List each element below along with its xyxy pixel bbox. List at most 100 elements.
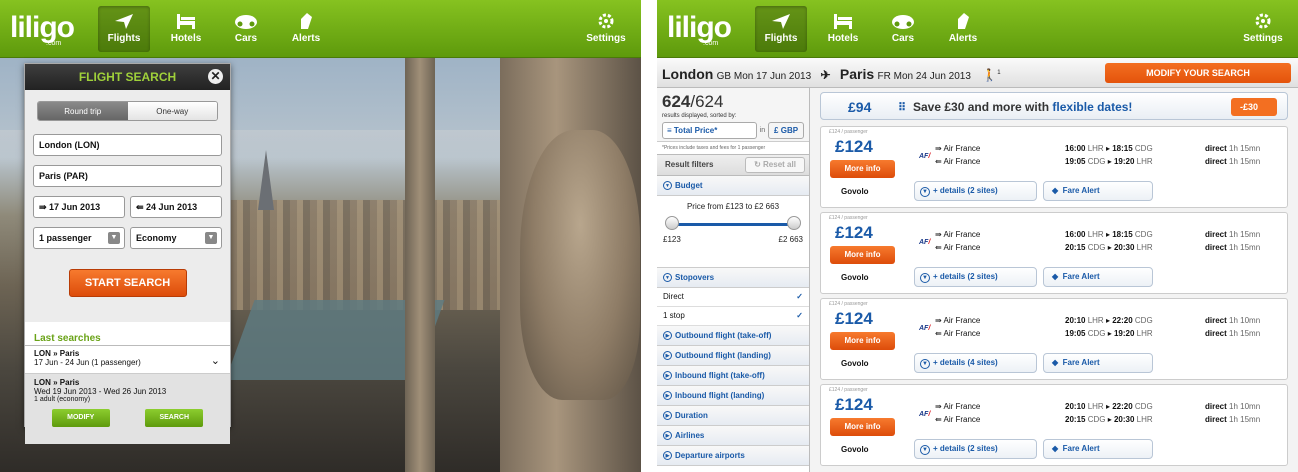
nav-settings[interactable]: Settings <box>580 6 632 52</box>
flight-leg: ⇛ Air France 16:00 LHR ▸ 18:15 CDG direct … <box>935 144 1261 153</box>
filter-airlines[interactable]: ▶ Airlines <box>657 426 809 446</box>
results-list: £94 ⠿ Save £30 and more with flexible da… <box>820 88 1290 472</box>
more-info-button[interactable]: More info <box>830 160 895 178</box>
nav-settings[interactable]: Settings <box>1237 6 1289 52</box>
filter-stopovers[interactable]: ▼ Stopovers <box>657 268 809 288</box>
liligo-logo[interactable]: liligo .com <box>667 11 737 49</box>
price-range-slider[interactable] <box>665 215 801 233</box>
chevron-right-icon: ▶ <box>663 391 672 401</box>
discount-tag: -£30 <box>1231 98 1277 116</box>
filter-inbound-takeoff[interactable]: ▶ Inbound flight (take-off) <box>657 366 809 386</box>
result-card: £124 / passenger £124 More info Govolo A… <box>820 126 1288 208</box>
nav-alerts[interactable]: Alerts <box>280 6 332 52</box>
filter-outbound-landing[interactable]: ▶ Outbound flight (landing) <box>657 346 809 366</box>
nav-cars[interactable]: Cars <box>220 6 272 52</box>
stopover-1stop-option[interactable]: 1 stop ✓ <box>657 307 809 326</box>
air-france-logo: AF/ <box>919 153 931 160</box>
depart-date-field[interactable]: ⇛ 17 Jun 2013 <box>33 196 125 218</box>
nav-flights[interactable]: Flights <box>755 6 807 52</box>
photo-gargoyle <box>520 130 640 400</box>
flight-leg: ⇛ Air France 20:10 LHR ▸ 22:20 CDG direct … <box>935 316 1261 325</box>
filter-sidebar: 624/624 results displayed, sorted by: ≡ … <box>657 88 810 472</box>
nav-flights[interactable]: Flights <box>98 6 150 52</box>
panel-title: FLIGHT SEARCH <box>25 64 230 90</box>
origin-field[interactable]: London (LON) <box>33 134 222 156</box>
filter-departure-airports[interactable]: ▶ Departure airports <box>657 446 809 466</box>
details-button[interactable]: ▼ + details (2 sites) <box>914 267 1037 287</box>
last-searches-title: Last searches <box>25 322 230 346</box>
top-nav-bar: liligo .com Flights Hotels Cars Alerts Se… <box>0 0 641 58</box>
photo-eiffel-tower <box>258 150 274 210</box>
top-nav-bar: liligo .com Flights Hotels Cars Alerts Se… <box>657 0 1298 58</box>
nav-hotels[interactable]: Hotels <box>160 6 212 52</box>
result-filters-header: Result filters ↻ Reset all <box>657 154 809 176</box>
filter-outbound-takeoff[interactable]: ▶ Outbound flight (take-off) <box>657 326 809 346</box>
nav-cars[interactable]: Cars <box>877 6 929 52</box>
flight-leg: ⇛ Air France 20:10 LHR ▸ 22:20 CDG direct … <box>935 402 1261 411</box>
tag-alert-icon <box>301 13 312 29</box>
gear-icon <box>1255 13 1271 29</box>
more-info-button[interactable]: More info <box>830 332 895 350</box>
chevron-down-icon: ▼ <box>920 273 930 283</box>
budget-filter-body: Price from £123 to £2 663 £123 £2 663 <box>657 196 809 268</box>
fare-alert-button[interactable]: ◆ Fare Alert <box>1043 181 1153 201</box>
start-search-button[interactable]: START SEARCH <box>68 269 187 297</box>
results-screen: liligo .com Flights Hotels Cars Alerts Se… <box>657 0 1298 472</box>
reset-all-button[interactable]: ↻ Reset all <box>745 157 805 173</box>
more-info-button[interactable]: More info <box>830 246 895 264</box>
nav-hotels[interactable]: Hotels <box>817 6 869 52</box>
sort-select[interactable]: ≡ Total Price* <box>662 122 757 139</box>
air-france-logo: AF/ <box>919 411 931 418</box>
chevron-right-icon: ▶ <box>663 411 672 421</box>
return-date-field[interactable]: ⇚ 24 Jun 2013 <box>130 196 222 218</box>
result-price: £124 <box>835 395 873 414</box>
search-button[interactable]: SEARCH <box>145 409 204 427</box>
flight-leg: ⇚ Air France 20:15 CDG ▸ 20:30 LHR direct … <box>935 243 1261 252</box>
last-search-item[interactable]: LON » Paris 17 Jun - 24 Jun (1 passenger… <box>25 346 230 374</box>
result-price: £124 <box>835 137 873 156</box>
tag-alert-icon: ◆ <box>1052 186 1061 195</box>
checkmark-icon: ✓ <box>796 311 803 320</box>
fare-alert-button[interactable]: ◆ Fare Alert <box>1043 439 1153 459</box>
flight-leg: ⇚ Air France 19:05 CDG ▸ 19:20 LHR direct … <box>935 329 1261 338</box>
passengers-select[interactable]: 1 passenger ▼ <box>33 227 125 249</box>
air-france-logo: AF/ <box>919 325 931 332</box>
flight-leg: ⇛ Air France 16:00 LHR ▸ 18:15 CDG direct … <box>935 230 1261 239</box>
chevron-down-icon: ▼ <box>663 273 672 283</box>
fare-alert-button[interactable]: ◆ Fare Alert <box>1043 267 1153 287</box>
currency-select[interactable]: £ GBP <box>768 122 804 139</box>
one-way-option[interactable]: One-way <box>127 102 217 120</box>
round-trip-option[interactable]: Round trip <box>38 102 128 120</box>
close-icon[interactable]: ✕ <box>208 69 223 84</box>
details-button[interactable]: ▼ + details (2 sites) <box>914 439 1037 459</box>
result-price: £124 <box>835 223 873 242</box>
cabin-select[interactable]: Economy ▼ <box>130 227 222 249</box>
modify-button[interactable]: MODIFY <box>51 409 110 427</box>
chevron-right-icon: ▶ <box>663 371 672 381</box>
chevron-right-icon: ▶ <box>663 431 672 441</box>
flexible-dates-banner[interactable]: £94 ⠿ Save £30 and more with flexible da… <box>820 92 1288 120</box>
car-icon <box>235 15 257 29</box>
chevron-down-icon: ▼ <box>920 445 930 455</box>
filter-duration[interactable]: ▶ Duration <box>657 406 809 426</box>
liligo-logo[interactable]: liligo .com <box>10 11 80 49</box>
filter-inbound-landing[interactable]: ▶ Inbound flight (landing) <box>657 386 809 406</box>
slider-min-handle[interactable] <box>665 216 679 230</box>
details-button[interactable]: ▼ + details (4 sites) <box>914 353 1037 373</box>
tag-alert-icon: ◆ <box>1052 272 1061 281</box>
fare-alert-button[interactable]: ◆ Fare Alert <box>1043 353 1153 373</box>
gear-icon <box>598 13 614 29</box>
modify-search-button[interactable]: MODIFY YOUR SEARCH <box>1105 63 1291 83</box>
destination-field[interactable]: Paris (PAR) <box>33 165 222 187</box>
stopover-direct-option[interactable]: Direct ✓ <box>657 288 809 307</box>
more-info-button[interactable]: More info <box>830 418 895 436</box>
chevron-down-icon: ▼ <box>920 187 930 197</box>
details-button[interactable]: ▼ + details (2 sites) <box>914 181 1037 201</box>
plane-icon <box>772 14 790 29</box>
nav-alerts[interactable]: Alerts <box>937 6 989 52</box>
refresh-icon: ↻ <box>754 160 764 169</box>
filter-budget[interactable]: ▼ Budget <box>657 176 809 196</box>
chevron-down-icon: ▼ <box>663 181 672 191</box>
slider-max-handle[interactable] <box>787 216 801 230</box>
chevron-down-icon: ▼ <box>920 359 930 369</box>
